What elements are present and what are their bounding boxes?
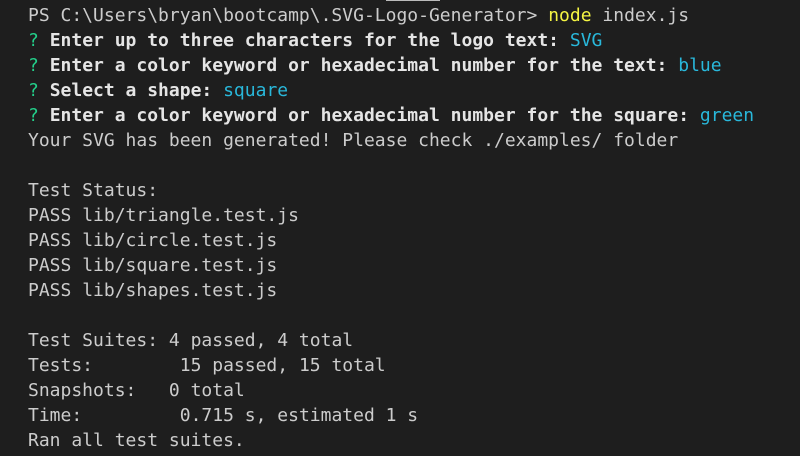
question-line: ? Enter a color keyword or hexadecimal n… — [28, 53, 800, 78]
test-result-row: PASS lib/circle.test.js — [28, 228, 800, 253]
test-status-label: PASS — [28, 255, 72, 276]
question-text: Enter a color keyword or hexadecimal num… — [49, 55, 668, 76]
summary-time: Time: 0.715 s, estimated 1 s — [28, 403, 800, 428]
summary-value: 4 passed, 4 total — [168, 330, 354, 351]
summary-snapshots: Snapshots: 0 total — [28, 378, 800, 403]
question-answer: SVG — [569, 30, 603, 51]
question-answer: blue — [678, 55, 722, 76]
prompt-path: PS C:\Users\bryan\bootcamp\.SVG-Logo-Gen… — [28, 5, 538, 26]
summary-tests: Tests: 15 passed, 15 total — [28, 353, 800, 378]
test-file: lib/square.test.js — [82, 255, 278, 276]
test-status-label: PASS — [28, 230, 72, 251]
question-text: Enter a color keyword or hexadecimal num… — [49, 105, 690, 126]
summary-footer: Ran all test suites. — [28, 430, 245, 451]
question-text: Enter up to three characters for the log… — [49, 30, 560, 51]
top-divider — [386, 0, 440, 1]
summary-label: Tests: — [28, 355, 94, 376]
question-mark: ? — [28, 105, 39, 126]
summary-value: 15 passed, 15 total — [179, 355, 386, 376]
question-answer: square — [223, 80, 289, 101]
summary-label: Snapshots: — [28, 380, 137, 401]
question-line: ? Enter a color keyword or hexadecimal n… — [28, 103, 800, 128]
test-file: lib/triangle.test.js — [82, 205, 299, 226]
test-result-row: PASS lib/shapes.test.js — [28, 278, 800, 303]
summary-value: 0 total — [168, 380, 245, 401]
test-file: lib/circle.test.js — [82, 230, 278, 251]
command-args: index.js — [602, 5, 690, 26]
command-name: node — [548, 5, 592, 26]
summary-label: Time: — [28, 405, 83, 426]
test-status-heading: Test Status: — [28, 180, 159, 201]
summary-label: Test Suites: — [28, 330, 159, 351]
summary-suites: Test Suites: 4 passed, 4 total — [28, 328, 800, 353]
question-mark: ? — [28, 80, 39, 101]
result-message: Your SVG has been generated! Please chec… — [28, 130, 679, 151]
question-text: Select a shape: — [49, 80, 213, 101]
terminal-window[interactable]: PS C:\Users\bryan\bootcamp\.SVG-Logo-Gen… — [0, 0, 800, 456]
question-mark: ? — [28, 55, 39, 76]
test-result-row: PASS lib/square.test.js — [28, 253, 800, 278]
question-line: ? Enter up to three characters for the l… — [28, 28, 800, 53]
test-status-label: PASS — [28, 205, 72, 226]
prompt-line: PS C:\Users\bryan\bootcamp\.SVG-Logo-Gen… — [28, 3, 800, 28]
question-mark: ? — [28, 30, 39, 51]
question-answer: green — [699, 105, 755, 126]
test-file: lib/shapes.test.js — [82, 280, 278, 301]
question-line: ? Select a shape: square — [28, 78, 800, 103]
test-status-label: PASS — [28, 280, 72, 301]
test-result-row: PASS lib/triangle.test.js — [28, 203, 800, 228]
summary-value: 0.715 s, estimated 1 s — [179, 405, 419, 426]
